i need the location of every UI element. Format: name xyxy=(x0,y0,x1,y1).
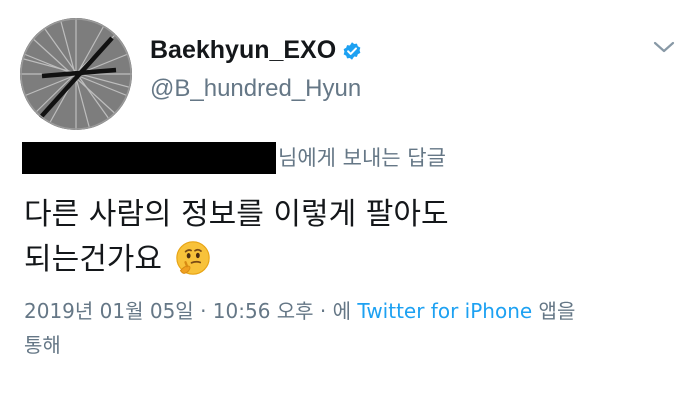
tweet-text-line: 다른 사람의 정보를 이렇게 팔아도 xyxy=(24,197,449,232)
tweet-text-line: 되는건가요 xyxy=(24,242,162,277)
tweet-text-line-with-emoji: 되는건가요 xyxy=(24,237,624,282)
tweet-text: 다른 사람의 정보를 이렇게 팔아도 되는건가요 xyxy=(24,192,624,282)
tweet-datetime: 2019년 01월 05일 · 10:56 오후 · 에 xyxy=(24,299,352,323)
author-handle[interactable]: @B_hundred_Hyun xyxy=(150,77,361,101)
tweet-meta: 2019년 01월 05일 · 10:56 오후 · 에 Twitter for… xyxy=(24,294,674,362)
avatar-lines-icon xyxy=(20,18,132,130)
reply-context-label: 님에게 보내는 답글 xyxy=(278,145,446,170)
redacted-username xyxy=(22,142,276,174)
meta-line-2: 통해 xyxy=(24,333,61,357)
avatar[interactable] xyxy=(20,18,132,130)
chevron-down-icon[interactable] xyxy=(652,38,676,56)
author-name-row[interactable]: Baekhyun_EXO xyxy=(150,38,362,63)
verified-badge-icon xyxy=(342,41,362,61)
source-link[interactable]: Twitter for iPhone xyxy=(357,299,532,323)
display-name[interactable]: Baekhyun_EXO xyxy=(150,38,336,63)
meta-suffix: 앱을 xyxy=(538,299,576,323)
meta-line-1: 2019년 01월 05일 · 10:56 오후 · 에 Twitter for… xyxy=(24,294,674,328)
thinking-face-icon xyxy=(174,239,212,277)
reply-context: 님에게 보내는 답글 xyxy=(22,142,446,174)
